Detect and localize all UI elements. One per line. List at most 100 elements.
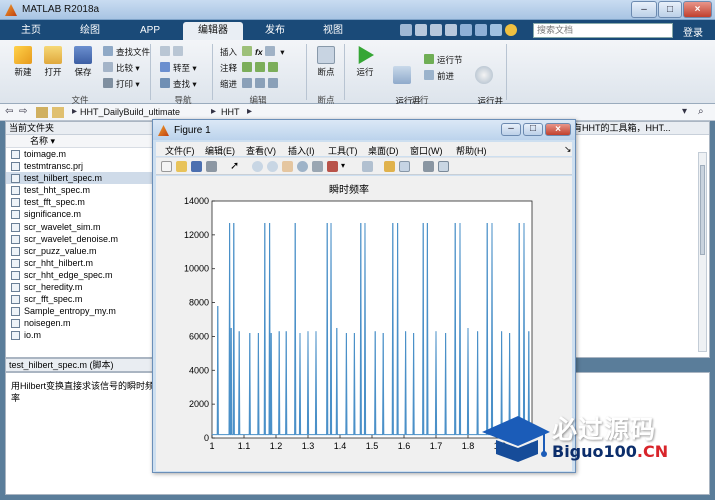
file-list-item[interactable]: Sample_entropy_my.m (6, 305, 152, 317)
compare-button[interactable]: 比较 ▾ (103, 62, 140, 74)
open-button[interactable]: 打开 (40, 46, 66, 78)
advance-button[interactable]: 前进 (424, 70, 454, 82)
search-input[interactable]: 搜索文档 (533, 23, 673, 38)
tab-view[interactable]: 视图 (308, 22, 358, 40)
edit-icons-row3[interactable] (242, 78, 281, 89)
find-files-button[interactable]: 查找文件 (103, 46, 150, 58)
figure-maximize-button[interactable]: □ (523, 123, 543, 136)
tab-home[interactable]: 主页 (8, 22, 54, 40)
open-file-icon[interactable] (176, 161, 187, 172)
breadcrumb-item[interactable]: HHT_DailyBuild_ultimate (80, 107, 180, 117)
indent-button[interactable]: 缩进 (220, 78, 237, 90)
quick-copy-icon[interactable] (430, 24, 442, 36)
file-list-item[interactable]: scr_hht_hilbert.m (6, 257, 152, 269)
edit-icons-row1[interactable]: fx ▾ (242, 46, 285, 58)
hide-plot-tools-icon[interactable] (423, 161, 434, 172)
up-folder-icon[interactable] (36, 107, 48, 118)
find-button[interactable]: 查找 ▾ (160, 78, 197, 90)
watermark-cn-text: 必过源码 (552, 415, 657, 444)
file-list-item[interactable]: scr_heredity.m (6, 281, 152, 293)
zoom-out-icon[interactable] (267, 161, 278, 172)
switch-windows-icon[interactable] (490, 24, 502, 36)
column-header-name[interactable]: 名称 ▾ (6, 135, 152, 148)
tab-apps[interactable]: APP (125, 22, 175, 40)
file-list-item[interactable]: scr_wavelet_denoise.m (6, 233, 152, 245)
matlab-logo-icon (158, 125, 169, 136)
breadcrumb-item[interactable]: HHT (221, 107, 240, 117)
file-name: scr_puzz_value.m (24, 245, 97, 256)
quick-cut-icon[interactable] (415, 24, 427, 36)
menu-tools[interactable]: 工具(T) (328, 144, 358, 157)
minimize-button[interactable]: – (631, 1, 657, 18)
menu-help[interactable]: 帮助(H) (456, 144, 487, 157)
figure-minimize-button[interactable]: – (501, 123, 521, 136)
menu-window[interactable]: 窗口(W) (410, 144, 443, 157)
help-icon[interactable] (505, 24, 517, 36)
file-list-item[interactable]: testmtransc.prj (6, 160, 152, 172)
file-list-item[interactable]: noisegen.m (6, 317, 152, 329)
tab-plots[interactable]: 绘图 (65, 22, 115, 40)
edit-icons-row2[interactable] (242, 62, 281, 73)
new-button[interactable]: 新建 (10, 46, 36, 78)
vertical-scrollbar[interactable] (698, 152, 707, 352)
browse-folder-icon[interactable] (52, 107, 64, 118)
chevron-down-icon[interactable]: ▾ (341, 161, 352, 172)
menu-edit[interactable]: 编辑(E) (205, 144, 235, 157)
save-button[interactable]: 保存 (70, 46, 96, 78)
file-list-item[interactable]: scr_wavelet_sim.m (6, 221, 152, 233)
quick-save-icon[interactable] (400, 24, 412, 36)
y-tick-label: 4000 (189, 365, 209, 375)
breakpoints-button[interactable]: 断点 (312, 46, 340, 78)
search-icon[interactable]: ⌕ (698, 106, 704, 117)
file-list-item[interactable]: test_hht_spec.m (6, 184, 152, 196)
goto-button[interactable]: 转至 ▾ (160, 62, 197, 74)
menu-file[interactable]: 文件(F) (165, 144, 195, 157)
file-list-item[interactable]: test_hilbert_spec.m (6, 172, 152, 185)
print-figure-icon[interactable] (206, 161, 217, 172)
file-list-item[interactable]: toimage.m (6, 148, 152, 160)
redo-icon[interactable] (475, 24, 487, 36)
quick-paste-icon[interactable] (445, 24, 457, 36)
login-link[interactable]: 登录 (683, 24, 703, 39)
rotate-3d-icon[interactable] (297, 161, 308, 172)
new-figure-icon[interactable] (161, 161, 172, 172)
data-cursor-icon[interactable] (312, 161, 323, 172)
restore-button[interactable]: □ (658, 1, 682, 18)
file-list-item[interactable]: significance.m (6, 208, 152, 220)
figure-close-button[interactable]: × (545, 123, 571, 136)
file-list-item[interactable]: io.m (6, 329, 152, 341)
file-list-item[interactable]: scr_fft_spec.m (6, 293, 152, 305)
brush-icon[interactable] (327, 161, 338, 172)
close-button[interactable]: × (683, 1, 712, 18)
dock-arrow-icon[interactable]: ↘ (564, 144, 572, 155)
comment-button[interactable]: 注释 (220, 62, 237, 74)
print-button[interactable]: 打印 ▾ (103, 78, 140, 90)
tab-editor[interactable]: 编辑器 (183, 22, 243, 40)
file-name: Sample_entropy_my.m (24, 306, 116, 317)
nav-back-forward[interactable] (160, 46, 186, 57)
menu-desktop[interactable]: 桌面(D) (368, 144, 399, 157)
save-figure-icon[interactable] (191, 161, 202, 172)
insert-button[interactable]: 插入 (220, 46, 237, 58)
back-arrow-icon[interactable]: ⇦ (5, 106, 13, 117)
scrollbar-thumb[interactable] (700, 165, 705, 255)
file-list-item[interactable]: scr_hht_edge_spec.m (6, 269, 152, 281)
legend-icon[interactable] (399, 161, 410, 172)
tab-publish[interactable]: 发布 (250, 22, 300, 40)
show-plot-tools-icon[interactable] (438, 161, 449, 172)
pointer-icon[interactable]: ➚ (230, 161, 241, 172)
pan-hand-icon[interactable] (282, 161, 293, 172)
undo-icon[interactable] (460, 24, 472, 36)
menu-view[interactable]: 查看(V) (246, 144, 276, 157)
file-list-item[interactable]: scr_puzz_value.m (6, 245, 152, 257)
zoom-in-icon[interactable] (252, 161, 263, 172)
path-dropdown-icon[interactable]: ▾ (682, 106, 687, 117)
link-plot-icon[interactable] (362, 161, 373, 172)
forward-arrow-icon[interactable]: ⇨ (19, 106, 27, 117)
colorbar-icon[interactable] (384, 161, 395, 172)
menu-insert[interactable]: 插入(I) (288, 144, 315, 157)
file-list-item[interactable]: test_fft_spec.m (6, 196, 152, 208)
insert-options-icon (264, 46, 275, 56)
run-section-button[interactable]: 运行节 (424, 54, 463, 66)
run-button[interactable]: 运行 (352, 46, 378, 78)
